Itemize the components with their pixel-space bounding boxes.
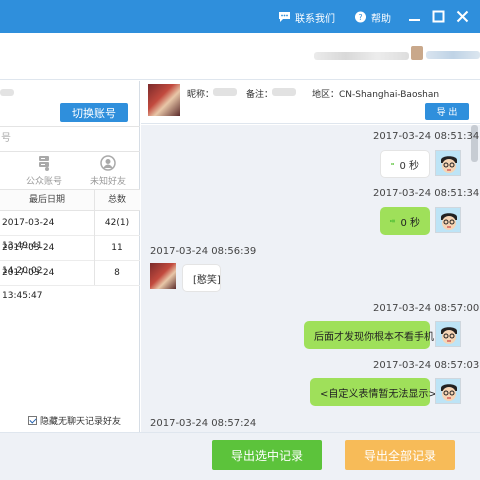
server-icon bbox=[39, 156, 49, 171]
help-link[interactable]: ? 帮助 bbox=[354, 9, 391, 25]
category-unknown-label: 未知好友 bbox=[89, 177, 126, 187]
row-count: 11 bbox=[111, 243, 123, 253]
minimize-icon[interactable] bbox=[408, 10, 421, 23]
table-row[interactable]: 2017-03-24 13:49:41 42(1) bbox=[0, 212, 140, 251]
message-timestamp: 2017-03-24 08:57:00 bbox=[373, 303, 480, 314]
cartoon-avatar-icon bbox=[441, 156, 457, 173]
note-redacted bbox=[272, 88, 296, 96]
note-label: 备注： bbox=[246, 90, 274, 100]
account-name-redacted bbox=[314, 52, 409, 60]
contact-us-label: 联系我们 bbox=[295, 13, 335, 25]
unknown-user-icon bbox=[100, 155, 116, 171]
switch-account-button[interactable]: 切换账号 bbox=[60, 103, 128, 122]
column-divider bbox=[94, 189, 95, 285]
help-icon: ? bbox=[355, 11, 366, 23]
contact-us-link[interactable]: 联系我们 bbox=[278, 9, 335, 25]
category-public-accounts[interactable]: 公众账号 bbox=[20, 153, 68, 189]
friend-name-redacted bbox=[0, 89, 14, 96]
cartoon-avatar-icon bbox=[441, 384, 457, 401]
category-public-label: 公众账号 bbox=[25, 177, 62, 187]
my-avatar bbox=[435, 207, 461, 233]
voice-icon bbox=[391, 163, 395, 165]
account-avatar bbox=[411, 46, 423, 60]
message-text: 后面才发现你根本不看手机 bbox=[314, 331, 434, 343]
close-icon[interactable] bbox=[456, 10, 469, 23]
cartoon-avatar-icon bbox=[441, 327, 457, 344]
voice-icon bbox=[390, 219, 396, 223]
message-text: <自定义表情暂无法显示> bbox=[320, 388, 437, 400]
region-label: 地区：CN-Shanghai-Baoshan bbox=[312, 90, 440, 100]
message-timestamp: 2017-03-24 08:57:03 bbox=[373, 360, 480, 371]
export-all-button[interactable]: 导出全部记录 bbox=[345, 440, 455, 470]
contact-avatar bbox=[148, 84, 180, 116]
row-date: 2017-03-24 13:49:41 bbox=[2, 218, 55, 251]
hide-empty-friends-checkbox[interactable]: 隐藏无聊天记录好友 bbox=[28, 414, 121, 427]
col-last-date[interactable]: 最后日期 bbox=[0, 190, 94, 210]
maximize-icon[interactable] bbox=[432, 10, 445, 23]
category-unknown-friends[interactable]: 未知好友 bbox=[84, 153, 132, 189]
text-message-bubble[interactable]: [憨笑] bbox=[182, 264, 221, 292]
voice-message-bubble[interactable]: 0 秒 bbox=[380, 207, 430, 235]
friends-table-header: 最后日期 总数 bbox=[0, 189, 140, 211]
col-count[interactable]: 总数 bbox=[95, 190, 139, 210]
account-id-redacted bbox=[426, 51, 480, 59]
title-bar: 联系我们 ? 帮助 bbox=[0, 0, 480, 33]
message-timestamp: 2017-03-24 08:57:24 bbox=[150, 418, 257, 429]
cartoon-avatar-icon bbox=[441, 213, 457, 230]
voice-duration: 0 秒 bbox=[399, 160, 419, 172]
text-message-bubble[interactable]: <自定义表情暂无法显示> bbox=[310, 378, 437, 406]
help-label: 帮助 bbox=[371, 13, 391, 25]
text-message-bubble[interactable]: 后面才发现你根本不看手机 bbox=[304, 321, 434, 349]
row-date: 2017-03-24 13:45:47 bbox=[2, 268, 55, 301]
my-avatar bbox=[435, 378, 461, 404]
my-avatar bbox=[435, 321, 461, 347]
export-selected-button[interactable]: 导出选中记录 bbox=[212, 440, 322, 470]
message-text: [憨笑] bbox=[193, 274, 221, 286]
table-row[interactable]: 2017-03-24 13:45:47 8 bbox=[0, 262, 140, 301]
table-row[interactable]: 2017-03-24 14:20:02 11 bbox=[0, 237, 140, 276]
search-input[interactable]: 号 bbox=[0, 126, 140, 152]
hide-empty-label: 隐藏无聊天记录好友 bbox=[40, 417, 122, 427]
voice-duration: 0 秒 bbox=[400, 217, 420, 229]
row-count: 42(1) bbox=[104, 218, 130, 228]
contact-message-avatar bbox=[150, 263, 176, 289]
voice-message-bubble[interactable]: 0 秒 bbox=[380, 150, 430, 178]
nickname-label: 昵称： bbox=[187, 90, 215, 100]
checkbox-checked[interactable] bbox=[28, 416, 37, 425]
row-date: 2017-03-24 14:20:02 bbox=[2, 243, 55, 276]
message-timestamp: 2017-03-24 08:51:34 bbox=[373, 131, 480, 142]
my-avatar bbox=[435, 150, 461, 176]
nickname-redacted bbox=[213, 88, 237, 96]
row-count: 8 bbox=[114, 268, 120, 278]
message-timestamp: 2017-03-24 08:56:39 bbox=[150, 246, 257, 257]
svg-text:?: ? bbox=[358, 13, 362, 22]
message-timestamp: 2017-03-24 08:51:34 bbox=[373, 188, 480, 199]
chat-bubble-icon bbox=[279, 12, 290, 22]
export-button[interactable]: 导 出 bbox=[425, 103, 469, 120]
